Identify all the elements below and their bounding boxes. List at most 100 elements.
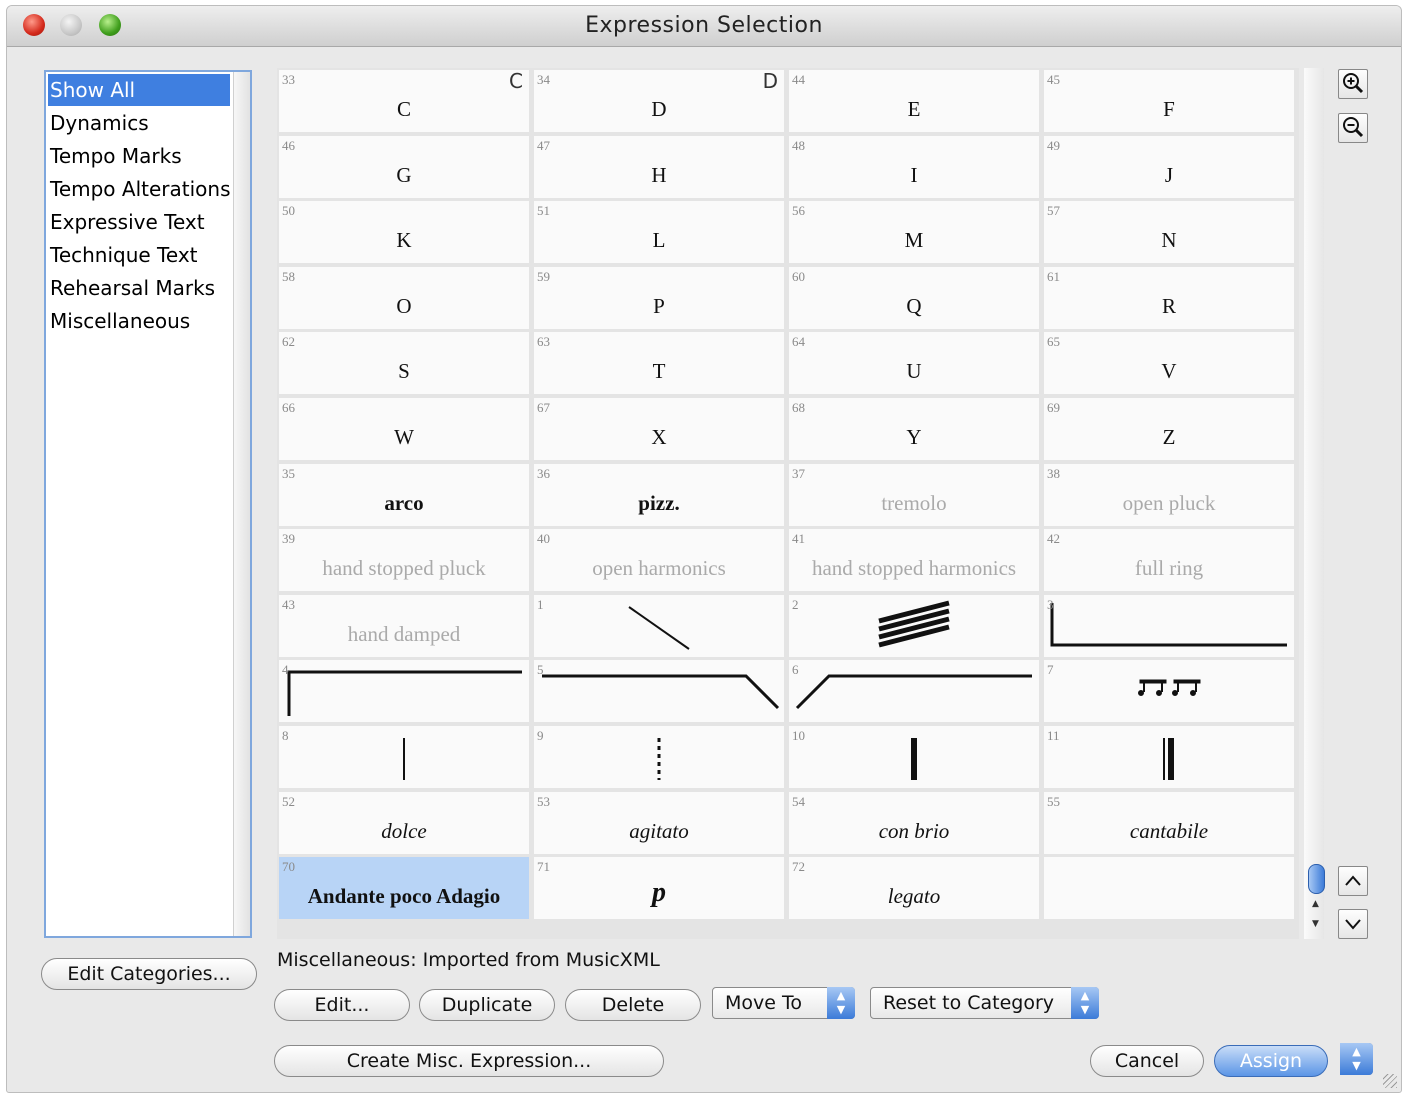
expression-cell[interactable]: 71 p xyxy=(534,857,784,919)
move-down-icon[interactable] xyxy=(1338,909,1368,939)
expression-cell[interactable]: 39 hand stopped pluck xyxy=(279,529,529,591)
expression-cell[interactable]: 5 xyxy=(534,660,784,722)
expression-cell[interactable]: 36 pizz. xyxy=(534,464,784,526)
expression-cell[interactable]: 40 open harmonics xyxy=(534,529,784,591)
expression-cell[interactable]: 46 G xyxy=(279,136,529,198)
category-item[interactable]: Technique Text xyxy=(48,239,230,271)
expression-cell[interactable]: 69 Z xyxy=(1044,398,1294,460)
expression-number: 50 xyxy=(282,203,295,218)
category-item[interactable]: Dynamics xyxy=(48,107,230,139)
expression-cell[interactable]: 60 Q xyxy=(789,267,1039,329)
expression-cell[interactable]: 57 N xyxy=(1044,201,1294,263)
expression-cell[interactable]: 3 xyxy=(1044,595,1294,657)
expression-label: Q xyxy=(906,294,922,318)
expression-number: 56 xyxy=(792,203,805,218)
expression-cell[interactable]: 53 agitato xyxy=(534,792,784,854)
category-list-scrollbar[interactable] xyxy=(233,72,250,936)
expression-number: 43 xyxy=(282,597,295,612)
expression-cell[interactable]: 64 U xyxy=(789,332,1039,394)
expression-cell[interactable]: 63 T xyxy=(534,332,784,394)
expression-label: open harmonics xyxy=(592,556,726,580)
move-to-popup[interactable]: Move To ▲ ▼ xyxy=(712,987,855,1019)
expression-selection-window: Expression Selection Show All Dynamics Tem… xyxy=(6,5,1402,1093)
zoom-in-icon[interactable] xyxy=(1338,69,1368,99)
duplicate-button[interactable]: Duplicate xyxy=(419,989,555,1021)
expression-label: G xyxy=(396,163,412,187)
expression-cell[interactable]: 34 D D xyxy=(534,69,784,132)
expression-cell[interactable]: 1 xyxy=(534,595,784,657)
expression-grid-scrollbar[interactable] xyxy=(1304,68,1324,939)
category-item[interactable]: Tempo Marks xyxy=(48,140,230,172)
expression-cell[interactable]: 8 xyxy=(279,726,529,788)
expression-label: con brio xyxy=(878,819,950,843)
expression-cell[interactable]: 10 xyxy=(789,726,1039,788)
expression-cell[interactable]: 44 E xyxy=(789,70,1039,132)
expression-cell[interactable]: 43 hand damped xyxy=(279,595,529,657)
expression-cell[interactable]: 47 H xyxy=(534,136,784,198)
expression-cell[interactable]: 55 cantabile xyxy=(1044,792,1294,854)
expression-cell[interactable]: 45 F xyxy=(1044,70,1294,132)
scrollbar-thumb[interactable] xyxy=(1308,864,1325,894)
expression-cell[interactable]: 41 hand stopped harmonics xyxy=(789,529,1039,591)
expression-cell[interactable]: 38 open pluck xyxy=(1044,464,1294,526)
assign-options-popup[interactable]: ▲ ▼ xyxy=(1340,1043,1373,1075)
expression-cell[interactable]: 52 dolce xyxy=(279,792,529,854)
expression-cell[interactable]: 70 Andante poco Adagio xyxy=(279,857,529,919)
zoom-out-icon[interactable] xyxy=(1338,113,1368,143)
expression-cell[interactable]: 37 tremolo xyxy=(789,464,1039,526)
expression-cell[interactable]: 50 K xyxy=(279,201,529,263)
expression-cell[interactable]: 9 xyxy=(534,726,784,788)
expression-cell[interactable]: 51 L xyxy=(534,201,784,263)
expression-cell[interactable]: 66 W xyxy=(279,398,529,460)
category-item[interactable]: Show All xyxy=(48,74,230,106)
expression-number: 41 xyxy=(792,531,805,546)
category-item[interactable]: Expressive Text xyxy=(48,206,230,238)
expression-cell[interactable]: 68 Y xyxy=(789,398,1039,460)
expression-cell[interactable]: 4 xyxy=(279,660,529,722)
expression-label: arco xyxy=(384,491,424,515)
expression-label: hand stopped pluck xyxy=(322,556,486,580)
expression-cell[interactable]: 67 X xyxy=(534,398,784,460)
expression-cell[interactable]: 65 V xyxy=(1044,332,1294,394)
resize-grip-icon[interactable] xyxy=(1383,1074,1397,1088)
move-up-icon[interactable] xyxy=(1338,866,1368,896)
category-list[interactable]: Show All Dynamics Tempo Marks Tempo Alterat… xyxy=(44,70,252,938)
expression-label: p xyxy=(652,877,666,908)
expression-cell[interactable]: 48 I xyxy=(789,136,1039,198)
expression-cell[interactable]: 72 legato xyxy=(789,857,1039,919)
expression-cell[interactable]: 33 C C xyxy=(279,69,529,132)
scroll-up-arrow-icon[interactable]: ▲ xyxy=(1312,899,1319,909)
line-left-up-icon xyxy=(795,674,1032,710)
expression-cell[interactable]: 42 full ring xyxy=(1044,529,1294,591)
reset-to-category-label: Reset to Category xyxy=(883,992,1055,1014)
expression-number: 9 xyxy=(537,728,544,743)
edit-button[interactable]: Edit... xyxy=(274,989,410,1021)
expression-cell[interactable]: 59 P xyxy=(534,267,784,329)
category-item[interactable]: Miscellaneous xyxy=(48,305,230,337)
category-item[interactable]: Rehearsal Marks xyxy=(48,272,230,304)
expression-cell[interactable]: 6 xyxy=(789,660,1039,722)
expression-number: 7 xyxy=(1047,662,1054,677)
expression-grid[interactable]: 33 C C 34 D D 44 E 45 F 46 G 47 H 48 I 49 J 50 K 51 L 56 M 57 N 58… xyxy=(277,68,1299,939)
scroll-down-arrow-icon[interactable]: ▼ xyxy=(1312,919,1319,929)
assign-button[interactable]: Assign xyxy=(1214,1045,1328,1077)
category-item[interactable]: Tempo Alterations xyxy=(48,173,231,205)
expression-cell[interactable]: 61 R xyxy=(1044,267,1294,329)
expression-cell[interactable]: 62 S xyxy=(279,332,529,394)
expression-label: F xyxy=(1163,97,1175,121)
popup-stepper-icon: ▲ ▼ xyxy=(1340,1043,1373,1075)
expression-cell[interactable]: 54 con brio xyxy=(789,792,1039,854)
cancel-button[interactable]: Cancel xyxy=(1090,1045,1204,1077)
expression-cell[interactable]: 2 xyxy=(789,595,1039,657)
edit-categories-button[interactable]: Edit Categories... xyxy=(41,958,257,990)
expression-cell[interactable]: 7 xyxy=(1044,660,1294,722)
expression-cell[interactable]: 49 J xyxy=(1044,136,1294,198)
expression-cell[interactable]: 56 M xyxy=(789,201,1039,263)
delete-button[interactable]: Delete xyxy=(565,989,701,1021)
expression-cell[interactable]: 58 O xyxy=(279,267,529,329)
reset-to-category-popup[interactable]: Reset to Category ▲ ▼ xyxy=(870,987,1099,1019)
expression-cell[interactable]: 35 arco xyxy=(279,464,529,526)
expression-cell[interactable] xyxy=(1044,857,1294,919)
create-misc-expression-button[interactable]: Create Misc. Expression... xyxy=(274,1045,664,1077)
expression-cell[interactable]: 11 xyxy=(1044,726,1294,788)
